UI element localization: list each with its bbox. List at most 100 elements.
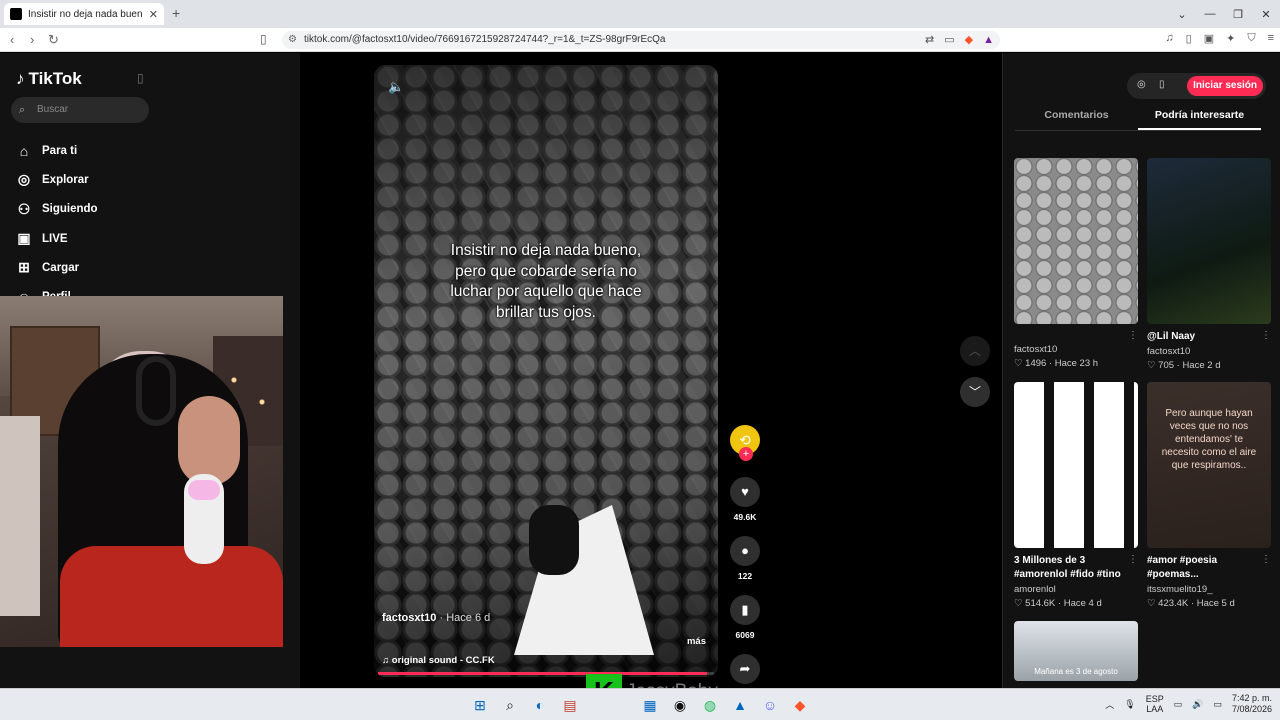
files-icon[interactable]: ▲ <box>730 695 750 715</box>
tiktok-favicon-icon <box>10 8 22 20</box>
suggested-video-card[interactable]: Pero aunque hayan veces que no nos enten… <box>1147 382 1271 609</box>
rewards-icon[interactable]: ▲ <box>983 31 994 49</box>
sidebar-toggle-icon[interactable]: ▯ <box>1186 32 1192 45</box>
obs-icon[interactable]: ◉ <box>670 695 690 715</box>
more-options-icon[interactable]: ⋮ <box>1128 330 1138 341</box>
spotify-icon[interactable]: ◍ <box>700 695 720 715</box>
more-options-icon[interactable]: ⋮ <box>1261 330 1271 341</box>
minimize-icon[interactable]: — <box>1196 8 1224 20</box>
store-icon[interactable]: ▦ <box>640 695 660 715</box>
discord-icon[interactable]: ☺ <box>760 695 780 715</box>
like-button[interactable]: ♥ 49.6K <box>728 477 762 522</box>
edge-icon[interactable]: ◐ <box>530 695 550 715</box>
reload-icon[interactable]: ↻ <box>48 32 59 48</box>
tab-podria-interesarte[interactable]: Podría interesarte <box>1138 109 1261 130</box>
card-author[interactable]: factosxt10 <box>1147 346 1271 357</box>
wallet-icon[interactable]: ▣ <box>1204 32 1214 45</box>
video-player[interactable]: 🔈 Insistir no deja nada bueno, pero que … <box>374 65 718 677</box>
save-button[interactable]: ▮ 6069 <box>728 595 762 640</box>
restore-icon[interactable]: ❐ <box>1224 8 1252 21</box>
sidebar-item-siguiendo[interactable]: ⚇ Siguiendo <box>16 195 98 224</box>
creator-avatar[interactable]: ⟲ + <box>730 425 760 461</box>
compass-small-icon[interactable]: ◎ <box>1137 79 1146 90</box>
compass-icon: ◎ <box>17 171 31 188</box>
close-window-icon[interactable]: ✕ <box>1252 8 1280 21</box>
clock[interactable]: 7:42 p. m. 7/08/2026 <box>1232 693 1272 715</box>
mic-tray-icon[interactable]: 🎙 <box>1124 699 1135 710</box>
tray-expand-icon[interactable]: ︿ <box>1105 698 1114 711</box>
search-taskbar-icon[interactable]: ⌕ <box>500 695 520 715</box>
login-button[interactable]: Iniciar sesión <box>1187 76 1263 96</box>
top-actions: ◎ ▯ Iniciar sesión <box>1127 73 1266 99</box>
card-stats: ♡ 1496 · Hace 23 h <box>1014 358 1099 369</box>
home-icon: ⌂ <box>19 142 29 159</box>
photos-icon[interactable]: ▤ <box>560 695 580 715</box>
brave-icon[interactable]: ◆ <box>790 695 810 715</box>
volume-tray-icon[interactable]: 🔊 <box>1192 699 1203 710</box>
sidebar-item-explorar[interactable]: ◎ Explorar <box>16 165 98 194</box>
tiktok-logo[interactable]: ♪ TikTok <box>16 69 82 89</box>
url-field[interactable]: ⚙ tiktok.com/@factosxt10/video/766916721… <box>282 31 1000 49</box>
headphones <box>136 356 176 426</box>
site-info-icon[interactable]: ⚙ <box>288 31 297 49</box>
collapse-sidebar-icon[interactable]: ▯ <box>137 71 144 85</box>
sidebar-item-para-ti[interactable]: ⌂ Para ti <box>16 136 98 165</box>
video-author[interactable]: factosxt10 <box>382 612 436 624</box>
vpn-icon[interactable]: ⛉ <box>1247 32 1255 45</box>
taskbar-apps: ⊞ ⌕ ◐ ▤ ▦ ◉ ◍ ▲ ☺ ◆ <box>470 695 810 715</box>
battery-icon[interactable]: ▭ <box>1213 699 1222 710</box>
suggested-thumbnail <box>1014 382 1138 548</box>
language-region: LAA <box>1146 704 1164 714</box>
sidebar-item-label: Siguiendo <box>42 203 98 216</box>
tab-title: Insistir no deja nada bueno, ¿po <box>28 8 143 20</box>
previous-video-button[interactable]: ︿ <box>960 336 990 366</box>
more-button[interactable]: más <box>687 636 706 647</box>
more-options-icon[interactable]: ⋮ <box>1128 554 1138 565</box>
media-icon[interactable]: ♫ <box>1165 32 1173 45</box>
comment-icon: ● <box>730 536 760 566</box>
thumbnail-overlay-text: Mañana es 3 de agosto <box>1034 667 1118 676</box>
translate-icon[interactable]: ⇄ <box>925 31 934 49</box>
comment-button[interactable]: ● 122 <box>728 536 762 581</box>
more-options-icon[interactable]: ⋮ <box>1261 554 1271 565</box>
phone-icon[interactable]: ▯ <box>1159 79 1165 90</box>
tab-comentarios[interactable]: Comentarios <box>1015 109 1138 130</box>
sidebar-item-cargar[interactable]: ⊞ Cargar <box>16 253 98 282</box>
suggested-video-card[interactable]: ⋮ @Lil Naay factosxt10 ♡ 705 · Hace 2 d <box>1147 158 1271 371</box>
menu-icon[interactable]: ≡ <box>1268 32 1274 45</box>
card-author[interactable]: amorenlol <box>1014 584 1138 595</box>
card-author[interactable]: itssxmuelito19_ <box>1147 584 1271 595</box>
follow-plus-icon[interactable]: + <box>739 447 753 461</box>
tab-list-icon[interactable]: ⌄ <box>1168 8 1196 21</box>
card-title[interactable]: 3 Millones de 3 #amorenlol #fido #tino <box>1014 554 1138 582</box>
network-icon[interactable]: ▭ <box>1174 699 1183 710</box>
suggested-video-card[interactable]: ⋮ factosxt10 ♡ 1496 · Hace 23 h <box>1014 158 1138 369</box>
plus-box-icon: ⊞ <box>18 259 30 276</box>
cast-icon[interactable]: ▭ <box>944 31 954 49</box>
start-icon[interactable]: ⊞ <box>470 695 490 715</box>
search-input[interactable]: ⌕ Buscar <box>11 97 149 123</box>
next-video-button[interactable]: ﹀ <box>960 377 990 407</box>
suggested-video-card[interactable]: ⋮ 3 Millones de 3 #amorenlol #fido #tino… <box>1014 382 1138 609</box>
leo-icon[interactable]: ✦ <box>1226 32 1235 45</box>
card-author[interactable]: factosxt10 <box>1014 344 1138 355</box>
suggested-video-card[interactable]: Mañana es 3 de agosto <box>1014 621 1138 681</box>
video-sound[interactable]: ♫ original sound - CC.FK <box>382 655 495 666</box>
forward-icon[interactable]: › <box>30 32 34 47</box>
volume-icon[interactable]: 🔈 <box>388 79 404 95</box>
bookmark-icon[interactable]: ▯ <box>260 32 267 46</box>
back-icon[interactable]: ‹ <box>10 32 14 47</box>
card-title[interactable]: #amor #poesia #poemas... <box>1147 554 1271 582</box>
brand-name: TikTok <box>28 69 82 88</box>
card-title[interactable]: @Lil Naay <box>1147 330 1271 344</box>
search-icon: ⌕ <box>19 104 26 116</box>
new-tab-button[interactable]: + <box>172 5 180 21</box>
video-author-line[interactable]: factosxt10 · Hace 6 d <box>382 612 490 624</box>
browser-tab[interactable]: Insistir no deja nada bueno, ¿po ✕ <box>4 3 164 25</box>
sidebar-item-live[interactable]: ▣ LIVE <box>16 224 98 253</box>
url-text: tiktok.com/@factosxt10/video/76691672159… <box>304 34 666 45</box>
language-indicator[interactable]: ESP LAA <box>1146 694 1164 714</box>
video-feed: 🔈 Insistir no deja nada bueno, pero que … <box>300 53 1002 699</box>
close-tab-icon[interactable]: ✕ <box>149 8 158 21</box>
brave-shield-icon[interactable]: ◆ <box>965 31 973 49</box>
